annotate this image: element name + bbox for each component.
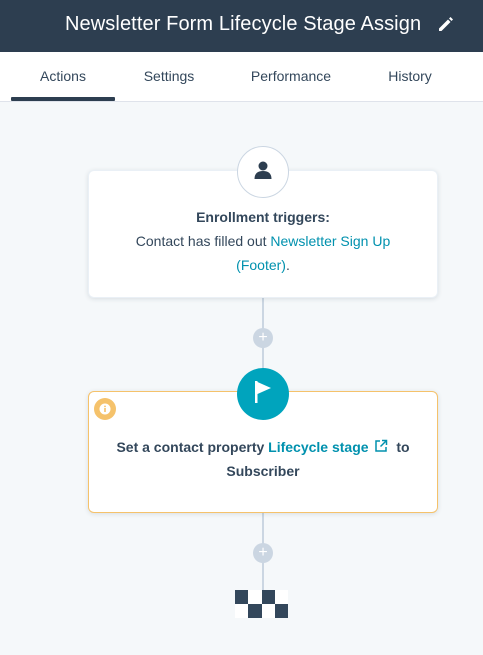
tab-performance[interactable]: Performance	[236, 52, 346, 102]
enrollment-heading: Enrollment triggers:	[196, 209, 330, 225]
action-node	[237, 368, 289, 420]
enrollment-suffix: .	[285, 257, 290, 273]
form-link-continued[interactable]: (Footer)	[236, 257, 286, 273]
add-action-button[interactable]: +	[253, 543, 273, 563]
external-link-icon[interactable]	[374, 436, 388, 452]
property-value: Subscriber	[226, 463, 300, 479]
enrollment-prefix: Contact has filled out	[135, 233, 271, 249]
tab-actions[interactable]: Actions	[11, 52, 115, 102]
contact-trigger-node	[237, 146, 289, 198]
flag-icon	[252, 380, 274, 409]
contact-avatar-icon	[253, 160, 273, 185]
add-action-button[interactable]: +	[253, 328, 273, 348]
action-prefix: Set a contact property	[116, 439, 269, 455]
tab-bar: Actions Settings Performance History	[0, 52, 483, 102]
edit-pencil-icon[interactable]	[436, 14, 456, 34]
active-tab-indicator	[11, 97, 115, 101]
enrollment-description: Contact has filled out Newsletter Sign U…	[89, 229, 437, 277]
workflow-title[interactable]: Newsletter Form Lifecycle Stage Assign	[65, 13, 421, 36]
tab-history[interactable]: History	[372, 52, 448, 102]
tab-settings[interactable]: Settings	[128, 52, 210, 102]
form-link[interactable]: Newsletter Sign Up	[270, 233, 390, 249]
property-link[interactable]: Lifecycle stage	[268, 439, 368, 455]
action-to: to	[396, 439, 410, 455]
workflow-header: Newsletter Form Lifecycle Stage Assign	[0, 0, 483, 52]
info-icon[interactable]	[94, 398, 116, 420]
end-checkered-flag-icon	[235, 590, 288, 618]
